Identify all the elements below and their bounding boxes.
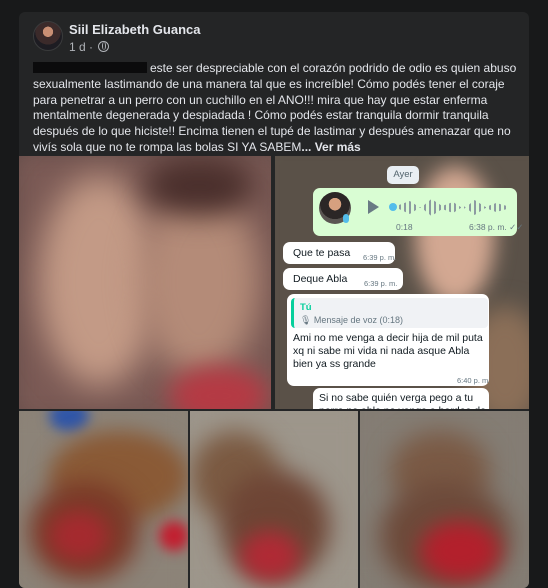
- photo-blurred-dog-2[interactable]: [190, 411, 358, 588]
- chat-message-text: Si no sabe quién verga pego a tu perro n…: [319, 392, 486, 409]
- chat-message-time: 6:39 p. m.: [364, 279, 398, 288]
- author-name[interactable]: Siil Elizabeth Guanca: [69, 22, 200, 37]
- play-icon[interactable]: [368, 200, 379, 214]
- chat-message-text: Ami no me venga a decir hija de mil puta…: [293, 332, 483, 370]
- post-card: Siil Elizabeth Guanca 1 d · este ser des…: [19, 12, 529, 588]
- chat-day-label: Ayer: [387, 166, 419, 184]
- chat-message-text: Que te pasa: [293, 247, 351, 259]
- quoted-author: Tú: [300, 302, 312, 313]
- photo-blurred-selfie[interactable]: [19, 156, 271, 409]
- photo-blurred-dog-1[interactable]: [19, 411, 188, 588]
- voice-waveform: [399, 199, 507, 216]
- chat-message-text: Deque Abla: [293, 273, 348, 285]
- microphone-icon: [343, 214, 349, 223]
- see-more-link[interactable]: ... Ver más: [301, 140, 360, 154]
- chat-message-time: 6:40 p. m.: [457, 376, 491, 385]
- quoted-message[interactable]: Tú 🎙 Mensaje de voz (0:18): [291, 298, 488, 328]
- post-body: este ser despreciable con el corazón pod…: [33, 61, 517, 154]
- post-timestamp[interactable]: 1 d ·: [69, 40, 93, 54]
- voice-message-bubble[interactable]: 0:18 6:38 p. m. ✓✓: [313, 188, 523, 236]
- voice-duration: 0:18: [396, 222, 413, 232]
- voice-progress-handle[interactable]: [389, 203, 397, 211]
- chat-message: Que te pasa 6:39 p. m.: [283, 242, 397, 264]
- globe-icon: [98, 41, 110, 52]
- redacted-name: [33, 62, 147, 73]
- quoted-text: 🎙 Mensaje de voz (0:18): [300, 315, 403, 325]
- chat-message: Si no sabe quién verga pego a tu perro n…: [313, 388, 489, 409]
- post-meta: 1 d ·: [69, 40, 110, 54]
- voice-time: 6:38 p. m. ✓✓: [469, 222, 524, 232]
- chat-message-time: 6:39 p. m.: [363, 253, 397, 262]
- photo-chat-screenshot[interactable]: Ayer 0:18 6:38 p. m. ✓✓ Que te pasa 6:39…: [275, 156, 529, 409]
- author-avatar[interactable]: [33, 21, 63, 51]
- chat-message: Deque Abla 6:39 p. m.: [283, 268, 403, 290]
- chat-reply-message: Tú 🎙 Mensaje de voz (0:18) Ami no me ven…: [287, 294, 491, 386]
- post-text: este ser despreciable con el corazón pod…: [33, 61, 523, 156]
- photo-blurred-dog-3[interactable]: [360, 411, 529, 588]
